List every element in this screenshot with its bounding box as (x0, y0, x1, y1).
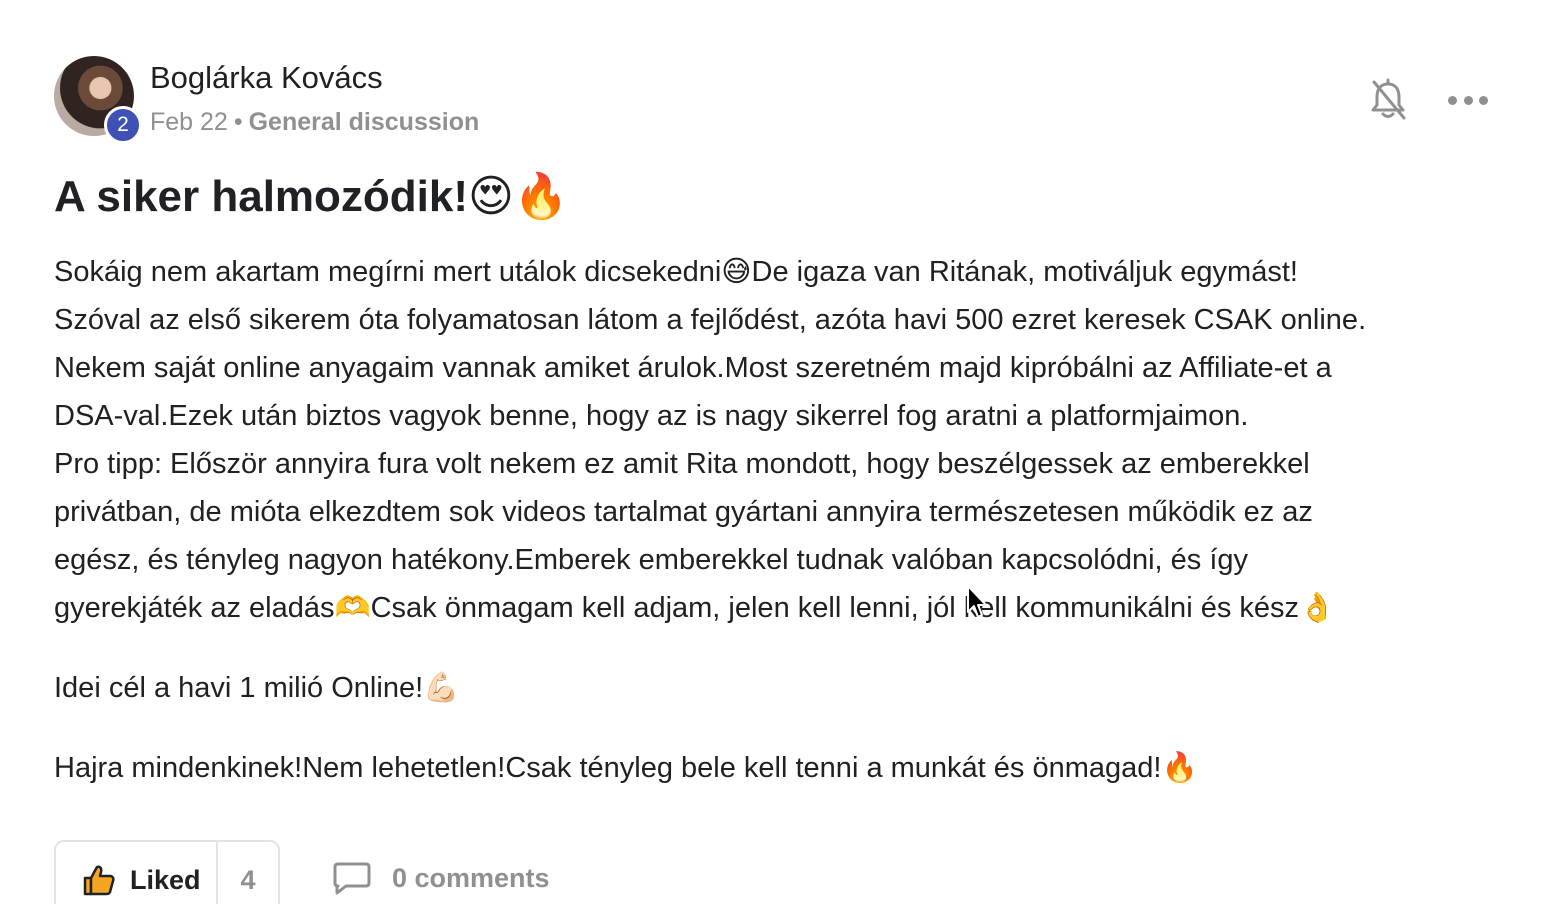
menu-dot (1479, 95, 1488, 105)
mouse-cursor-icon (966, 584, 988, 620)
comment-icon (333, 862, 371, 895)
thumbs-up-icon (83, 865, 115, 896)
post-meta: Feb 22 • General discussion (150, 108, 479, 137)
post-title: A siker halmozódik!😍🔥 (54, 172, 569, 221)
bell-off-icon[interactable] (1368, 78, 1408, 122)
menu-dot (1463, 95, 1473, 105)
post-date[interactable]: Feb 22 (150, 108, 228, 137)
menu-dot (1448, 95, 1457, 105)
body-goal: Idei cél a havi 1 milió Online!💪🏻 (54, 672, 460, 704)
reaction-box: Liked 4 (54, 840, 280, 904)
body-line: DSA-val.Ezek után biztos vagyok benne, h… (54, 400, 1249, 432)
body-closing: Hajra mindenkinek!Nem lehetetlen!Csak té… (54, 752, 1198, 784)
like-label: Liked (130, 864, 201, 895)
post-category[interactable]: General discussion (249, 108, 480, 137)
author-avatar-wrapper[interactable]: 2 (54, 56, 142, 144)
body-line: Nekem saját online anyagaim vannak amike… (54, 352, 1332, 384)
body-line: Szóval az első sikerem óta folyamatosan … (54, 304, 1367, 336)
author-name[interactable]: Boglárka Kovács (150, 60, 383, 96)
body-line: Pro tipp: Először annyira fura volt neke… (54, 448, 1310, 480)
body-line: egész, és tényleg nagyon hatékony.Embere… (54, 544, 1249, 576)
like-button[interactable]: Liked (56, 842, 218, 904)
more-horizontal-icon[interactable] (1448, 86, 1488, 114)
post-card: 2 Boglárka Kovács Feb 22 • General discu… (0, 0, 1551, 904)
comments-link[interactable]: 0 comments (332, 860, 550, 896)
level-badge: 2 (104, 106, 142, 144)
like-count[interactable]: 4 (218, 865, 278, 896)
comments-label: 0 comments (392, 862, 550, 893)
post-body: Sokáig nem akartam megírni mert utálok d… (54, 248, 1514, 792)
meta-separator: • (233, 108, 243, 136)
body-line: Sokáig nem akartam megírni mert utálok d… (54, 256, 1298, 288)
body-line: gyerekjáték az eladás🫶Csak önmagam kell … (54, 592, 1336, 624)
body-line: privátban, de mióta elkezdtem sok videos… (54, 496, 1313, 528)
